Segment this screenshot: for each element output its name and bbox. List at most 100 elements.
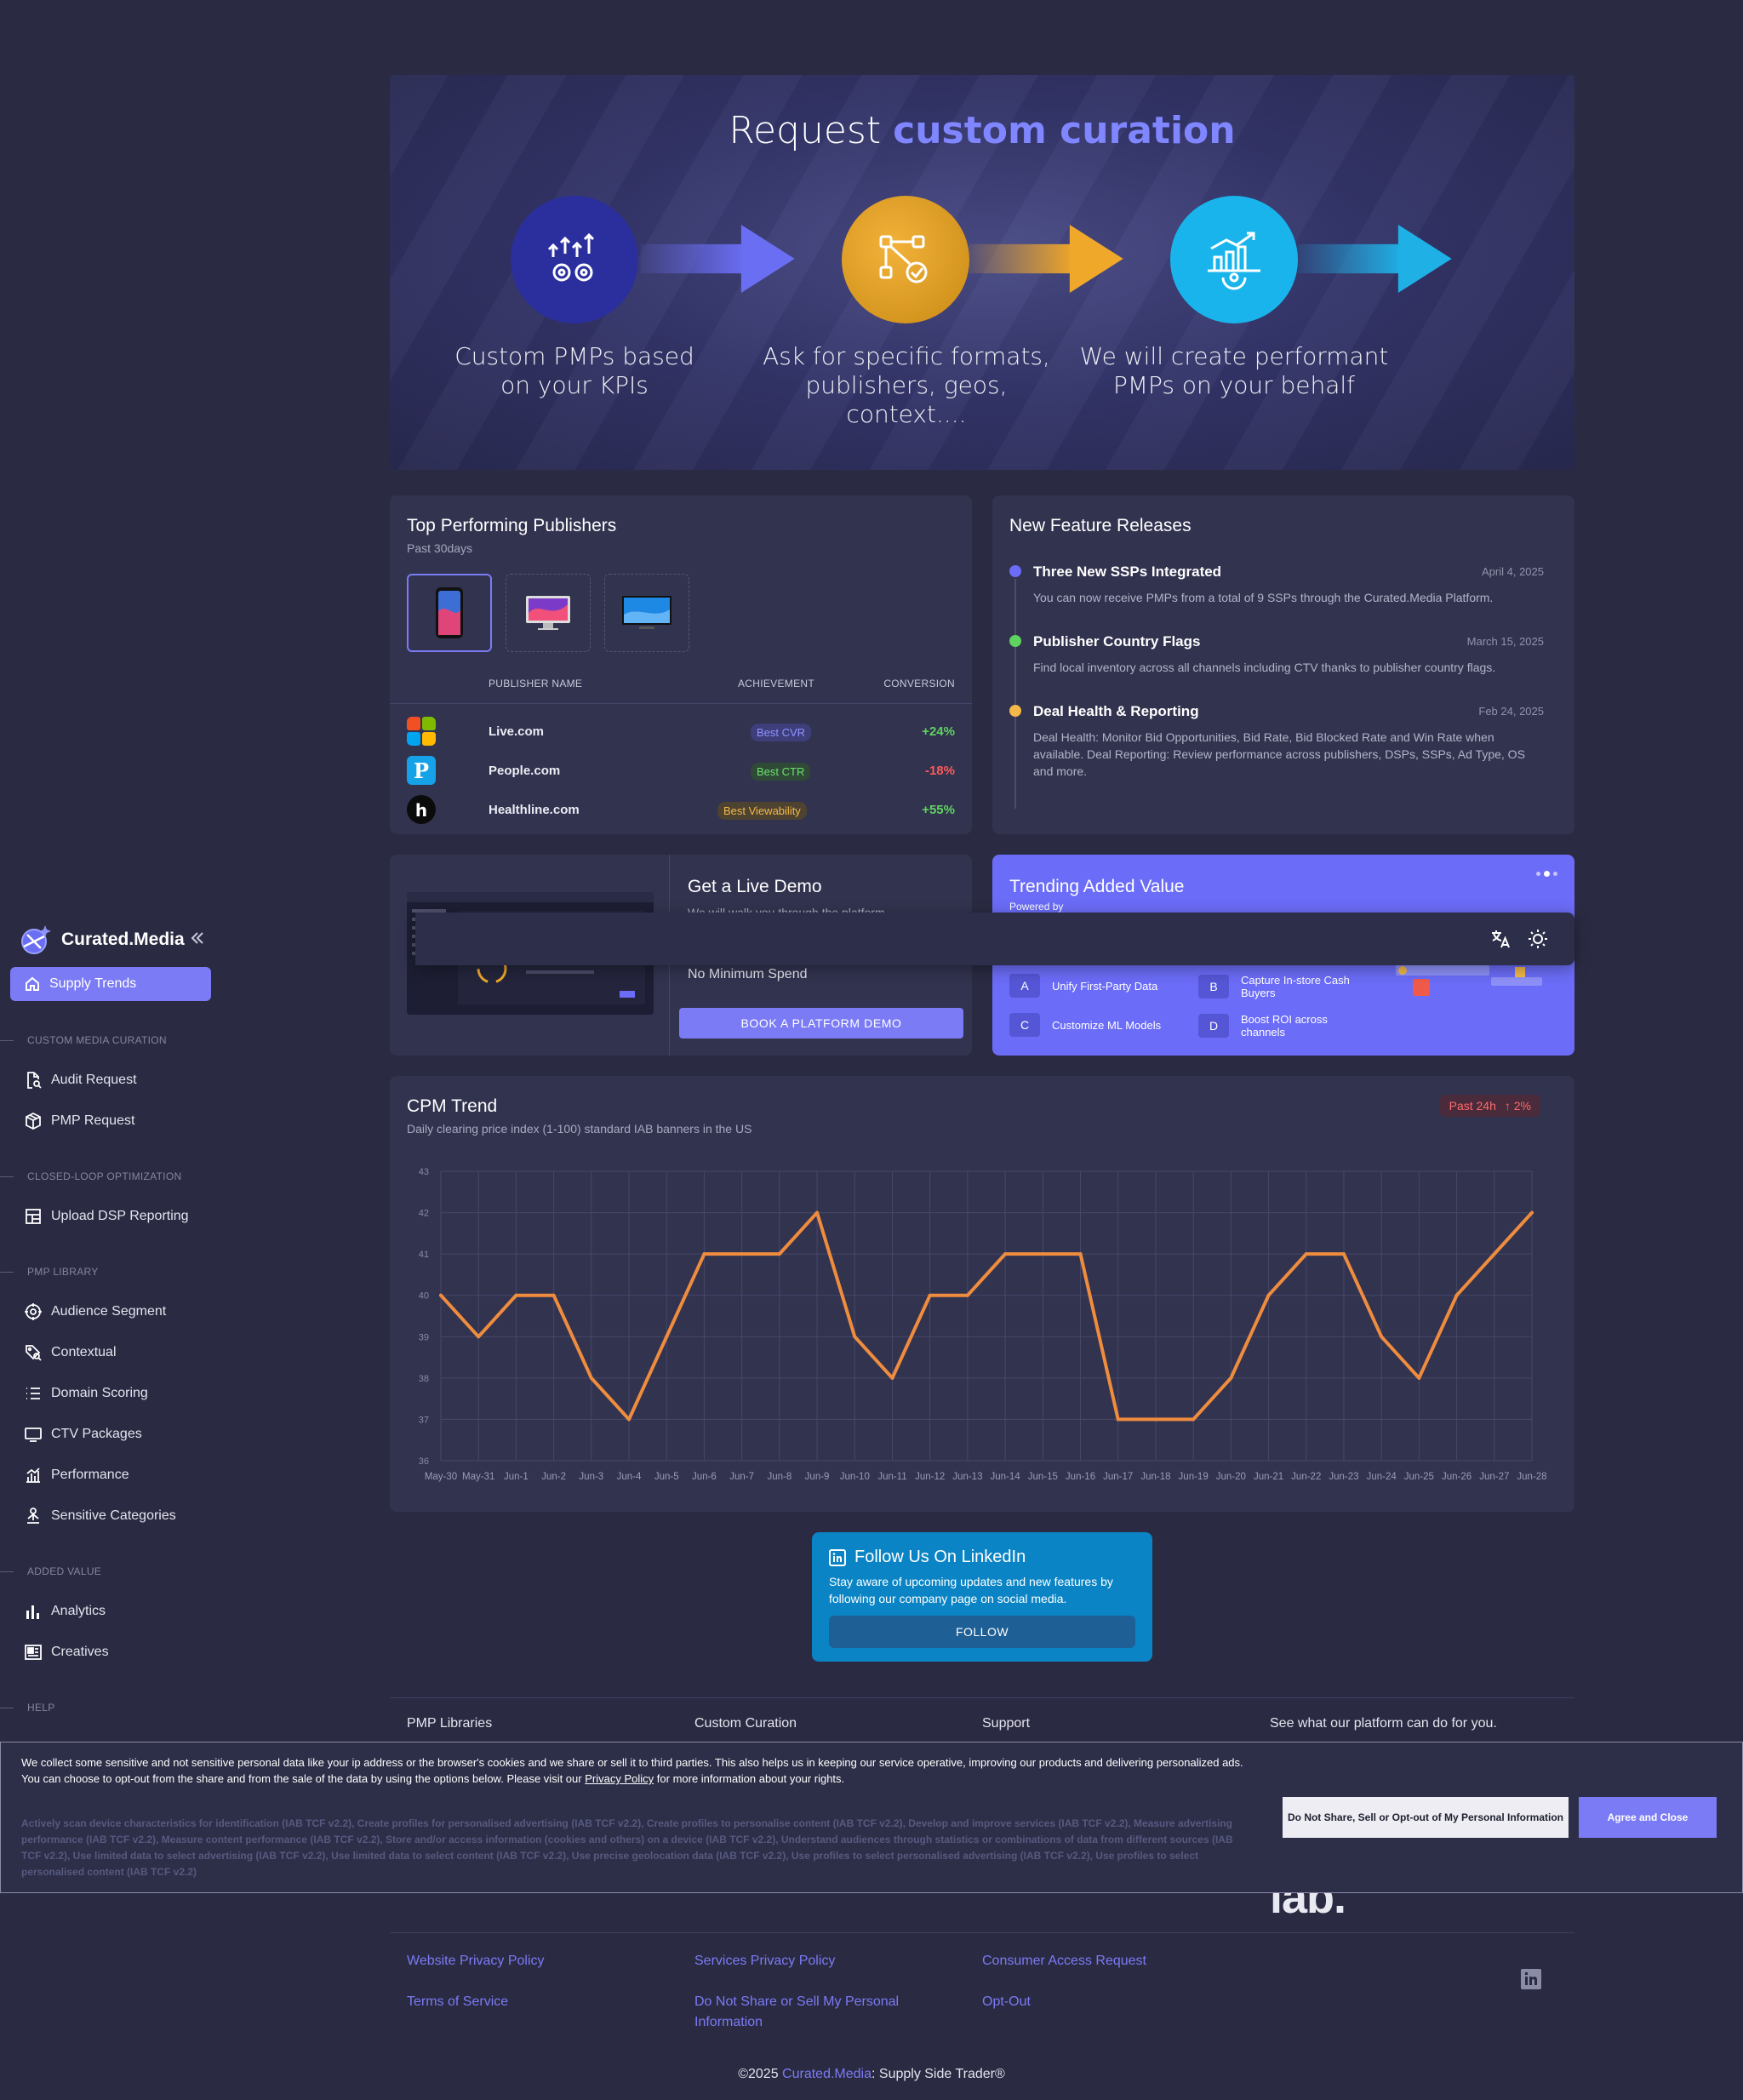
data-point xyxy=(1266,1293,1271,1297)
footer-heading[interactable]: Custom Curation xyxy=(694,1716,797,1731)
footer-link[interactable]: Opt-Out xyxy=(982,1992,1031,2012)
workflow-icon xyxy=(842,196,969,323)
x-tick-label: Jun-15 xyxy=(1028,1472,1058,1482)
y-tick-label: 39 xyxy=(419,1332,429,1342)
x-tick-label: Jun-28 xyxy=(1517,1472,1546,1482)
sidebar-item-performance[interactable]: Performance xyxy=(24,1466,129,1485)
sidebar-item-audience-segment[interactable]: Audience Segment xyxy=(24,1302,166,1321)
list-icon xyxy=(26,1388,40,1399)
brand-link[interactable]: Curated.Media xyxy=(782,2067,872,2081)
card-title: Trending Added Value xyxy=(1009,877,1185,896)
feature-name: Three New SSPs Integrated xyxy=(1033,564,1222,580)
healthline-logo-icon: h xyxy=(407,795,436,824)
footer-link[interactable]: Do Not Share or Sell My Personal Informa… xyxy=(694,1992,941,2033)
demo-title: Get a Live Demo xyxy=(688,877,822,896)
home-icon xyxy=(26,976,39,991)
data-point xyxy=(1003,1252,1008,1256)
sidebar-item-analytics[interactable]: Analytics xyxy=(24,1602,106,1621)
sidebar-item-domain-scoring[interactable]: Domain Scoring xyxy=(24,1384,148,1403)
sidebar-item-ctv-packages[interactable]: CTV Packages xyxy=(24,1425,142,1444)
footer-heading[interactable]: See what our platform can do for you. xyxy=(1270,1716,1497,1731)
x-tick-label: Jun-11 xyxy=(877,1472,906,1482)
feature-date: April 4, 2025 xyxy=(1482,565,1544,578)
sidebar-item-supply-trends[interactable]: Supply Trends xyxy=(10,967,211,1001)
sidebar-item-sensitive-categories[interactable]: Sensitive Categories xyxy=(24,1507,176,1525)
x-tick-label: May-30 xyxy=(425,1472,457,1482)
image-icon xyxy=(25,1645,42,1660)
feature-date: March 15, 2025 xyxy=(1466,635,1544,648)
svg-text:h: h xyxy=(415,800,427,821)
follow-button[interactable]: FOLLOW xyxy=(829,1616,1135,1648)
sidebar-item-upload-dsp-reporting[interactable]: Upload DSP Reporting xyxy=(24,1207,189,1226)
table-row[interactable]: Live.com Best CVR +24% xyxy=(390,713,972,747)
sidebar-item-creatives[interactable]: Creatives xyxy=(24,1643,109,1662)
footer-heading[interactable]: PMP Libraries xyxy=(407,1716,492,1731)
x-tick-label: Jun-26 xyxy=(1442,1472,1472,1482)
y-tick-label: 43 xyxy=(419,1167,429,1177)
collapse-sidebar-icon[interactable] xyxy=(189,930,206,947)
footer-link[interactable]: Website Privacy Policy xyxy=(407,1951,545,1971)
agree-and-close-button[interactable]: Agree and Close xyxy=(1579,1797,1717,1838)
x-tick-label: Jun-23 xyxy=(1329,1472,1358,1482)
section-pmp-library: PMP LIBRARY xyxy=(0,1266,99,1278)
x-tick-label: Jun-19 xyxy=(1179,1472,1209,1482)
translate-icon[interactable] xyxy=(1489,928,1512,950)
x-tick-label: Jun-18 xyxy=(1140,1472,1170,1482)
data-point xyxy=(589,1376,593,1380)
data-point xyxy=(514,1293,518,1297)
achievement-badge: Best CTR xyxy=(751,763,811,781)
status-dot xyxy=(1009,635,1021,647)
achievement-badge: Best CVR xyxy=(751,724,812,741)
divider xyxy=(390,703,972,704)
privacy-policy-link[interactable]: Privacy Policy xyxy=(585,1772,654,1785)
sidebar-item-pmp-request[interactable]: PMP Request xyxy=(24,1112,134,1130)
x-tick-label: Jun-14 xyxy=(991,1472,1021,1482)
carousel-dots[interactable] xyxy=(1536,871,1557,877)
x-tick-label: Jun-5 xyxy=(654,1472,679,1482)
step-3-text: We will create performant PMPs on your be… xyxy=(1079,342,1389,399)
trending-item[interactable]: B Capture In-store Cash Buyers xyxy=(1198,974,1369,999)
top-publishers-card: Top Performing Publishers Past 30days PU… xyxy=(390,495,972,834)
copyright: ©2025 Curated.Media: Supply Side Trader® xyxy=(738,2067,1005,2081)
people-logo-icon: P xyxy=(407,756,436,785)
data-point xyxy=(1417,1376,1421,1380)
brand[interactable]: Curated.Media xyxy=(19,923,185,957)
device-tab-mobile[interactable] xyxy=(407,574,492,652)
linkedin-icon[interactable] xyxy=(1520,1968,1542,1990)
theme-toggle-icon[interactable] xyxy=(1527,928,1549,950)
target-icon xyxy=(25,1303,42,1320)
footer-heading[interactable]: Support xyxy=(982,1716,1030,1731)
table-row[interactable]: h Healthline.com Best Viewability +55% xyxy=(390,792,972,826)
trending-item[interactable]: D Boost ROI across channels xyxy=(1198,1013,1343,1039)
x-tick-label: Jun-17 xyxy=(1103,1472,1133,1482)
book-demo-button[interactable]: BOOK A PLATFORM DEMO xyxy=(679,1008,963,1039)
x-tick-label: May-31 xyxy=(462,1472,494,1482)
footer-link[interactable]: Services Privacy Policy xyxy=(694,1951,835,1971)
trending-item[interactable]: C Customize ML Models xyxy=(1009,1013,1188,1037)
arrow-icon xyxy=(640,225,795,293)
table-row[interactable]: P People.com Best CTR -18% xyxy=(390,752,972,787)
status-dot xyxy=(1009,705,1021,717)
custom-curation-banner[interactable]: Request custom curation Custom PMPs base… xyxy=(390,75,1574,470)
sidebar-item-audit-request[interactable]: Audit Request xyxy=(24,1071,137,1090)
growth-chart-icon xyxy=(1170,196,1298,323)
col-achievement: ACHIEVEMENT xyxy=(738,678,814,690)
device-tab-desktop[interactable] xyxy=(506,574,591,652)
footer-link[interactable]: Terms of Service xyxy=(407,1992,508,2012)
y-tick-label: 37 xyxy=(419,1415,429,1425)
x-tick-label: Jun-6 xyxy=(692,1472,717,1482)
opt-out-button[interactable]: Do Not Share, Sell or Opt-out of My Pers… xyxy=(1283,1797,1569,1838)
data-point xyxy=(1229,1376,1233,1380)
card-title: Top Performing Publishers xyxy=(407,516,617,535)
trending-item[interactable]: A Unify First-Party Data xyxy=(1009,974,1188,998)
device-tab-ctv[interactable] xyxy=(604,574,689,652)
cpm-line-chart: 36 37 38 39 40 41 42 43 May-30 May-31 Jun-1 Jun-2 Ju… xyxy=(419,1167,1547,1482)
conversion-value: +24% xyxy=(922,724,955,739)
footer-link[interactable]: Consumer Access Request xyxy=(982,1951,1146,1971)
col-conversion: CONVERSION xyxy=(883,678,955,690)
sidebar-item-contextual[interactable]: Contextual xyxy=(24,1343,117,1362)
desktop-icon xyxy=(526,596,570,630)
x-tick-label: Jun-24 xyxy=(1367,1472,1397,1482)
linkedin-title: Follow Us On LinkedIn xyxy=(829,1548,1026,1567)
publisher-name: Live.com xyxy=(489,724,545,739)
